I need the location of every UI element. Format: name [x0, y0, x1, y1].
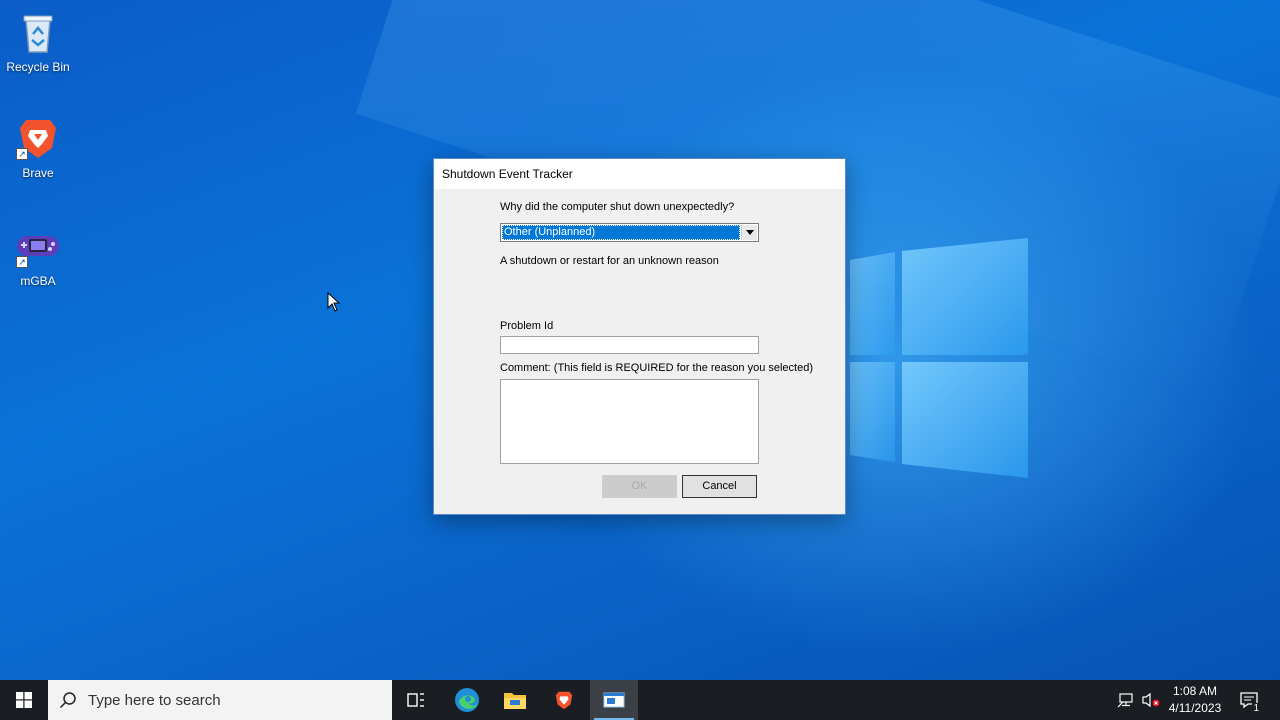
mgba-icon: ↗	[14, 222, 62, 270]
comment-textarea[interactable]	[500, 379, 759, 464]
search-icon	[48, 680, 88, 720]
taskbar-brave[interactable]	[540, 680, 588, 720]
taskbar-clock[interactable]: 1:08 AM 4/11/2023	[1160, 683, 1230, 717]
shutdown-reason-selected: Other (Unplanned)	[502, 225, 740, 240]
problem-id-input[interactable]	[500, 336, 759, 354]
start-button[interactable]	[0, 680, 48, 720]
edge-icon	[455, 688, 479, 712]
desktop-icon-label: mGBA	[20, 274, 56, 288]
notification-count: 1	[1252, 703, 1260, 714]
dialog-title: Shutdown Event Tracker	[442, 167, 573, 181]
windows-start-icon	[16, 692, 32, 708]
desktop-icon-label: Brave	[22, 166, 54, 180]
task-view-button[interactable]	[392, 680, 440, 720]
mouse-cursor-icon	[327, 292, 341, 312]
shortcut-arrow-icon: ↗	[16, 256, 28, 268]
action-center-button[interactable]: 1	[1234, 680, 1264, 720]
dialog-title-bar[interactable]: Shutdown Event Tracker	[434, 159, 845, 189]
taskbar-file-explorer[interactable]	[491, 680, 539, 720]
shutdown-question-label: Why did the computer shut down unexpecte…	[500, 201, 735, 213]
reason-description: A shutdown or restart for an unknown rea…	[500, 255, 719, 267]
problem-id-label: Problem Id	[500, 320, 554, 332]
desktop-icon-mgba[interactable]: ↗ mGBA	[0, 222, 76, 288]
shutdown-event-tracker-dialog: Shutdown Event Tracker Why did the compu…	[433, 158, 846, 515]
brave-icon	[555, 691, 573, 710]
shutdown-tracker-icon	[603, 692, 625, 708]
ok-button[interactable]: OK	[602, 475, 677, 498]
cancel-button[interactable]: Cancel	[682, 475, 757, 498]
clock-time: 1:08 AM	[1172, 684, 1218, 698]
shutdown-reason-dropdown[interactable]: Other (Unplanned)	[500, 223, 759, 242]
search-placeholder: Type here to search	[88, 691, 221, 709]
brave-icon: ↗	[14, 114, 62, 162]
desktop-icon-label: Recycle Bin	[6, 60, 70, 74]
desktop-icon-brave[interactable]: ↗ Brave	[0, 114, 76, 180]
chevron-down-icon[interactable]	[741, 225, 757, 240]
taskbar-search-box[interactable]: Type here to search	[48, 680, 392, 720]
task-view-icon	[407, 693, 424, 707]
clock-date: 4/11/2023	[1168, 701, 1222, 715]
taskbar: Type here to search 1:08 AM 4/11/2023 1	[0, 680, 1280, 720]
comment-label: Comment: (This field is REQUIRED for the…	[500, 362, 814, 374]
network-tray-icon[interactable]	[1114, 680, 1138, 720]
file-explorer-icon	[504, 693, 526, 709]
taskbar-shutdown-tracker[interactable]	[590, 680, 638, 720]
taskbar-edge[interactable]	[443, 680, 491, 720]
shortcut-arrow-icon: ↗	[16, 148, 28, 160]
recycle-bin-icon	[14, 8, 62, 56]
desktop-icon-recycle-bin[interactable]: Recycle Bin	[0, 8, 76, 74]
